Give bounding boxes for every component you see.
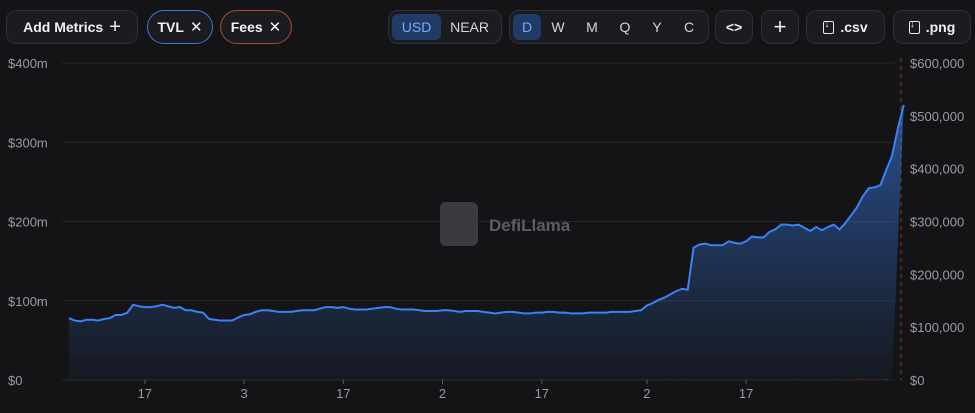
right-tick-label: $100,000 xyxy=(910,320,964,335)
csv-label: .csv xyxy=(840,19,868,35)
right-tick-label: $600,000 xyxy=(910,56,964,71)
code-icon: <> xyxy=(725,19,743,35)
add-metrics-button[interactable]: Add Metrics + xyxy=(6,10,138,44)
download-csv-button[interactable]: .csv xyxy=(806,10,885,44)
fees-metric-chip[interactable]: Fees ✕ xyxy=(220,10,292,44)
left-tick-label: $100m xyxy=(8,294,48,309)
x-tick-label: 17 xyxy=(739,386,753,401)
currency-near-option[interactable]: NEAR xyxy=(441,14,498,40)
period-q-option[interactable]: Q xyxy=(609,14,641,40)
close-icon[interactable]: ✕ xyxy=(190,18,203,36)
left-tick-label: $400m xyxy=(8,56,48,71)
download-icon xyxy=(908,19,920,34)
fees-chip-label: Fees xyxy=(230,19,263,35)
left-tick-label: $200m xyxy=(8,215,48,230)
tvl-fees-chart: $0 $100m $200m $300m $400m $0 $100,000 $200,00… xyxy=(8,56,964,401)
period-c-option[interactable]: C xyxy=(673,14,705,40)
x-tick-label: 3 xyxy=(240,386,247,401)
period-y-option[interactable]: Y xyxy=(641,14,673,40)
png-label: .png xyxy=(925,19,956,35)
llama-logo xyxy=(440,202,478,246)
right-tick-label: $200,000 xyxy=(910,267,964,282)
right-tick-label: $400,000 xyxy=(910,162,964,177)
period-toggle: D W M Q Y C xyxy=(509,10,709,44)
x-axis: 17 3 17 2 17 2 17 xyxy=(138,380,753,401)
x-tick-label: 2 xyxy=(643,386,650,401)
download-icon xyxy=(823,19,835,34)
add-chart-button[interactable]: + xyxy=(761,10,799,44)
embed-button[interactable]: <> xyxy=(715,10,753,44)
x-tick-label: 2 xyxy=(439,386,446,401)
download-png-button[interactable]: .png xyxy=(893,10,971,44)
toolbar: Add Metrics + TVL ✕ Fees ✕ USD NEAR D W … xyxy=(0,0,975,56)
currency-usd-option[interactable]: USD xyxy=(392,14,442,40)
watermark: DefiLlama xyxy=(440,202,571,246)
tvl-metric-chip[interactable]: TVL ✕ xyxy=(147,10,213,44)
watermark-text: DefiLlama xyxy=(489,216,571,235)
period-w-option[interactable]: W xyxy=(541,14,575,40)
right-axis: $0 $100,000 $200,000 $300,000 $400,000 $500,0… xyxy=(910,56,964,388)
right-tick-label: $0 xyxy=(910,373,924,388)
right-tick-label: $300,000 xyxy=(910,215,964,230)
left-axis: $0 $100m $200m $300m $400m xyxy=(8,56,48,388)
right-tick-label: $500,000 xyxy=(910,109,964,124)
x-tick-label: 17 xyxy=(336,386,350,401)
currency-toggle: USD NEAR xyxy=(388,10,502,44)
close-icon[interactable]: ✕ xyxy=(269,18,282,36)
x-tick-label: 17 xyxy=(138,386,152,401)
plus-icon: + xyxy=(773,14,787,39)
period-d-option[interactable]: D xyxy=(513,14,541,40)
period-m-option[interactable]: M xyxy=(575,14,609,40)
plus-icon: + xyxy=(109,16,121,38)
tvl-area xyxy=(68,105,904,380)
x-tick-label: 17 xyxy=(535,386,549,401)
left-tick-label: $300m xyxy=(8,135,48,150)
left-tick-label: $0 xyxy=(8,373,22,388)
add-metrics-label: Add Metrics xyxy=(23,19,104,35)
tvl-chip-label: TVL xyxy=(157,19,184,35)
